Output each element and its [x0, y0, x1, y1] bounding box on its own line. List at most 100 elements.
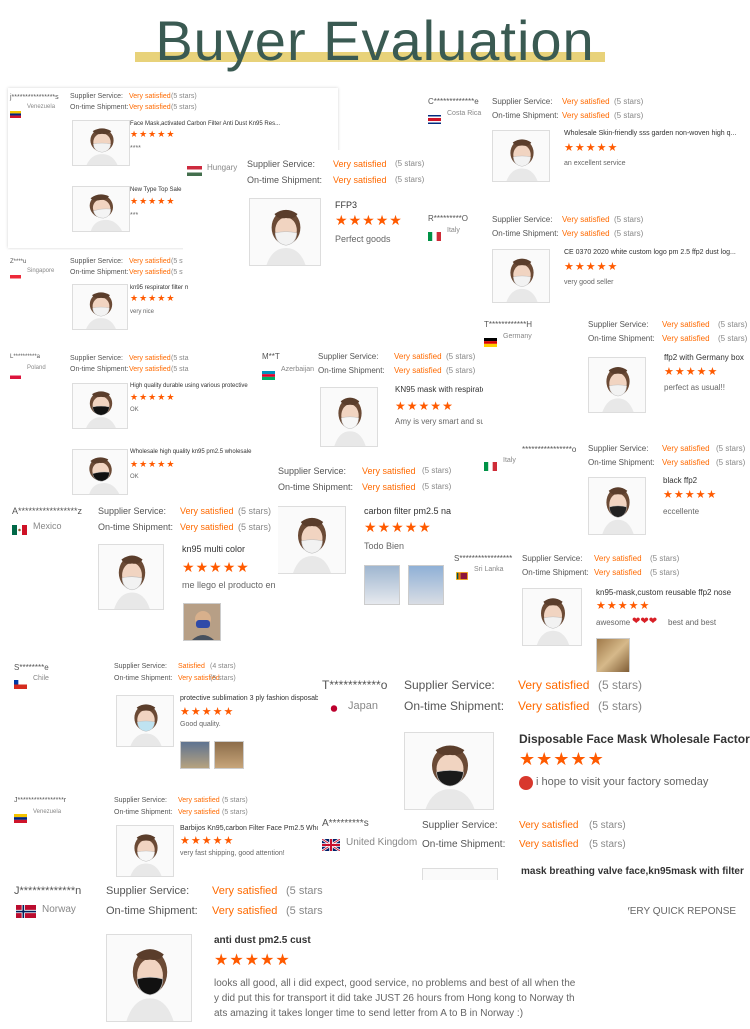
star-icon: ★ — [596, 600, 607, 612]
supplier-service-stars: (5 stars) — [718, 320, 748, 329]
five-star-rating: ★★★★★ — [596, 601, 650, 612]
star-icon: ★ — [139, 392, 149, 402]
star-icon: ★ — [148, 392, 158, 402]
buyer-name: J*****************r — [14, 797, 67, 804]
shipment-label: On-time Shipment: — [404, 699, 505, 713]
shipment-label: On-time Shipment: — [114, 809, 173, 816]
star-icon: ★ — [130, 293, 140, 303]
buyer-country: Italy — [503, 457, 516, 464]
star-icon: ★ — [190, 835, 202, 847]
product-photo[interactable] — [320, 387, 378, 447]
product-title: ffp2 with Germany box — [664, 353, 744, 362]
product-photo[interactable] — [492, 249, 550, 303]
review-comment: OK — [130, 407, 139, 413]
star-icon: ★ — [157, 293, 167, 303]
shipment-label: On-time Shipment: — [492, 229, 559, 238]
product-photo[interactable] — [72, 284, 128, 330]
star-icon: ★ — [190, 706, 202, 718]
review-photo-shipment[interactable] — [214, 741, 244, 769]
star-icon: ★ — [377, 519, 392, 535]
shipment-value: Very satisfied — [333, 175, 387, 185]
review-comment: Amy is very smart and supportive!!! — [395, 417, 483, 426]
shipment-label: On-time Shipment: — [422, 839, 506, 850]
star-icon: ★ — [587, 749, 605, 769]
buyer-country: Chile — [33, 675, 49, 682]
product-photo[interactable] — [404, 732, 494, 810]
review-comment: i hope to visit your factory someday — [536, 776, 709, 788]
product-photo[interactable] — [72, 383, 128, 429]
buyer-country: Germany — [503, 333, 532, 340]
product-photo[interactable] — [249, 198, 321, 266]
star-icon: ★ — [418, 399, 431, 413]
star-icon: ★ — [519, 749, 537, 769]
shipment-stars: (5 stars) — [614, 111, 644, 120]
supplier-service-value: Very satisfied — [562, 215, 610, 224]
product-photo[interactable] — [106, 934, 192, 1022]
star-icon: ★ — [201, 706, 213, 718]
product-photo[interactable] — [116, 695, 174, 747]
supplier-service-stars: (4 stars) — [210, 663, 236, 670]
review-card-italy-2: ****************o Italy Supplier Service: V… — [478, 437, 750, 547]
product-photo[interactable] — [588, 357, 646, 413]
product-photo[interactable] — [492, 130, 550, 182]
five-star-rating: ★★★★★ — [180, 707, 234, 718]
supplier-service-value: Satisfied — [178, 663, 205, 670]
product-photo[interactable] — [276, 506, 346, 574]
review-photo-package[interactable] — [596, 638, 630, 674]
review-comment-2: OK — [130, 474, 139, 480]
five-star-rating: ★★★★★ — [182, 560, 250, 574]
buyer-name: ****************o — [522, 445, 577, 454]
five-star-rating: ★★★★★ — [564, 143, 618, 154]
star-icon: ★ — [617, 600, 629, 612]
buyer-name: j****************s — [10, 94, 59, 101]
shipment-stars: (5 sta — [171, 366, 189, 373]
flag-icon — [10, 269, 21, 287]
product-photo[interactable] — [98, 544, 164, 610]
supplier-service-label: Supplier Service: — [422, 820, 498, 831]
product-photo[interactable] — [522, 588, 582, 646]
star-icon: ★ — [195, 559, 210, 575]
product-title: High quality durable using various prote… — [130, 383, 248, 389]
supplier-service-value: Very satisfied — [518, 678, 590, 692]
star-icon: ★ — [148, 293, 158, 303]
star-icon: ★ — [574, 142, 586, 154]
product-photo[interactable] — [72, 120, 130, 166]
star-icon: ★ — [607, 261, 619, 273]
review-photo-person[interactable] — [183, 603, 221, 641]
flag-icon — [262, 367, 275, 385]
product-photo[interactable] — [116, 825, 174, 877]
supplier-service-value: Very satisfied — [129, 258, 171, 265]
supplier-service-stars: (5 stars) — [614, 215, 644, 224]
shipment-value: Very satisfied — [212, 905, 278, 917]
five-star-rating: ★★★★★ — [130, 393, 175, 402]
supplier-service-label: Supplier Service: — [70, 355, 123, 362]
review-card-costarica: C*************e Costa Rica Supplier Servic… — [424, 88, 750, 203]
supplier-service-stars: (5 stars) — [395, 159, 425, 168]
star-icon: ★ — [223, 706, 235, 718]
product-photo[interactable] — [588, 477, 646, 535]
review-photo-boxes[interactable] — [364, 565, 400, 605]
star-icon: ★ — [148, 196, 158, 206]
product-title: Wholesale Skin-friendly sss garden non-w… — [564, 130, 737, 137]
review-photo-shipment[interactable] — [180, 741, 210, 769]
supplier-service-stars: (5 stars) — [716, 444, 746, 453]
review-comment: very good seller — [564, 279, 614, 286]
buyer-name: S***************** — [454, 554, 513, 563]
star-icon: ★ — [166, 129, 176, 139]
star-icon: ★ — [236, 559, 250, 575]
review-card-poland: L**********a Poland Supplier Service: Very … — [8, 345, 258, 495]
product-photo[interactable] — [72, 449, 128, 495]
five-star-rating: ★★★★★ — [395, 400, 454, 412]
product-title: kn95-mask,custom reusable ffp2 nose — [596, 588, 732, 597]
shipment-label: On-time Shipment: — [588, 334, 655, 343]
product-photo[interactable] — [72, 186, 130, 232]
review-photo-boxes[interactable] — [408, 565, 444, 605]
buyer-name: A*****************z — [12, 506, 83, 516]
supplier-service-label: Supplier Service: — [98, 506, 167, 516]
review-card-germany: T************H Germany Supplier Service: Ve… — [480, 313, 750, 433]
star-icon: ★ — [212, 706, 224, 718]
review-card-italy: R*********O Italy Supplier Service: Very sa… — [424, 205, 750, 320]
star-icon: ★ — [139, 459, 149, 469]
supplier-service-label: Supplier Service: — [70, 258, 123, 265]
star-icon: ★ — [130, 459, 140, 469]
